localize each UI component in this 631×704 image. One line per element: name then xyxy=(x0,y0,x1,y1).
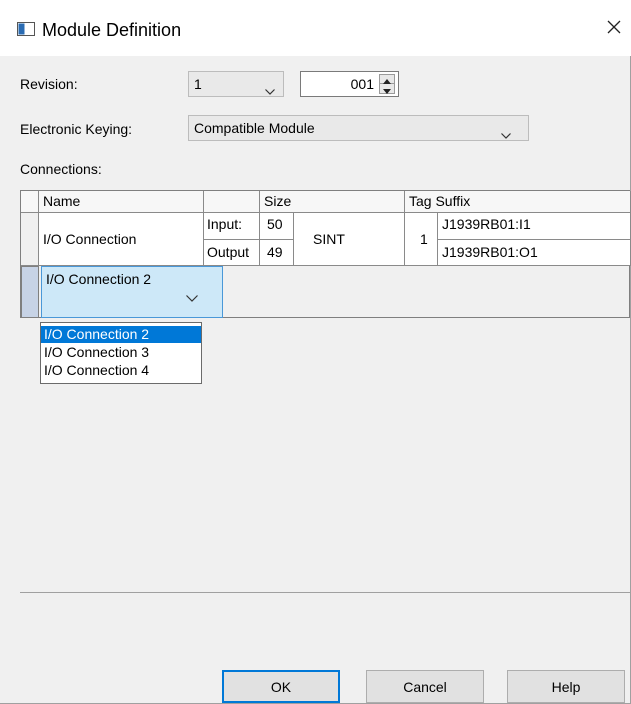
chevron-down-icon xyxy=(501,126,511,142)
column-header-blank[interactable] xyxy=(204,191,260,213)
connection-name-cell[interactable]: I/O Connection xyxy=(39,213,204,266)
window-title: Module Definition xyxy=(42,20,182,40)
revision-label: Revision: xyxy=(20,76,78,92)
spinner-buttons xyxy=(379,74,395,94)
module-window-icon xyxy=(17,22,35,39)
output-tag-cell: J1939RB01:O1 xyxy=(438,240,631,266)
output-label-cell: Output xyxy=(204,240,260,266)
help-button[interactable]: Help xyxy=(507,670,625,703)
divider xyxy=(20,592,631,593)
module-definition-dialog: Module Definition Revision: 1 001 Electr… xyxy=(0,0,631,704)
column-header-name[interactable]: Name xyxy=(39,191,204,213)
input-size-cell[interactable]: 50 xyxy=(260,213,294,240)
connection-name-combo-value: I/O Connection 2 xyxy=(46,271,152,287)
data-type-cell[interactable]: SINT xyxy=(294,213,405,266)
chevron-down-icon[interactable] xyxy=(186,289,198,305)
grid-corner xyxy=(21,191,39,213)
dropdown-option[interactable]: I/O Connection 2 xyxy=(41,326,201,343)
revision-minor-spinner[interactable]: 001 xyxy=(300,71,399,97)
input-tag-cell: J1939RB01:I1 xyxy=(438,213,631,240)
cancel-button[interactable]: Cancel xyxy=(366,670,484,703)
chevron-down-icon xyxy=(265,82,275,98)
spin-down-button[interactable] xyxy=(380,84,394,94)
revision-major-select[interactable]: 1 xyxy=(188,71,284,97)
close-icon xyxy=(606,19,622,38)
connection-dropdown-list: I/O Connection 2 I/O Connection 3 I/O Co… xyxy=(40,322,202,384)
close-button[interactable] xyxy=(597,12,631,44)
electronic-keying-value: Compatible Module xyxy=(194,120,315,136)
triangle-down-icon xyxy=(383,81,391,97)
input-label-cell: Input: xyxy=(204,213,260,240)
output-size-cell[interactable]: 49 xyxy=(260,240,294,266)
revision-major-value: 1 xyxy=(194,76,202,92)
revision-minor-value: 001 xyxy=(350,76,374,92)
column-header-tag-suffix[interactable]: Tag Suffix xyxy=(405,191,631,213)
ok-button[interactable]: OK xyxy=(222,670,340,703)
column-header-size[interactable]: Size xyxy=(260,191,405,213)
instance-cell[interactable]: 1 xyxy=(405,213,438,266)
connections-label: Connections: xyxy=(20,161,102,177)
electronic-keying-label: Electronic Keying: xyxy=(20,121,133,137)
dropdown-option[interactable]: I/O Connection 3 xyxy=(41,344,201,361)
dropdown-option[interactable]: I/O Connection 4 xyxy=(41,362,201,379)
connection-name-combo[interactable]: I/O Connection 2 xyxy=(41,266,223,318)
selected-row-header[interactable] xyxy=(21,266,39,318)
electronic-keying-select[interactable]: Compatible Module xyxy=(188,115,529,141)
title-bar[interactable]: Module Definition xyxy=(0,0,631,56)
connections-grid: Name Size Tag Suffix I/O Connection Inpu… xyxy=(20,190,631,318)
row-header[interactable] xyxy=(21,213,39,266)
